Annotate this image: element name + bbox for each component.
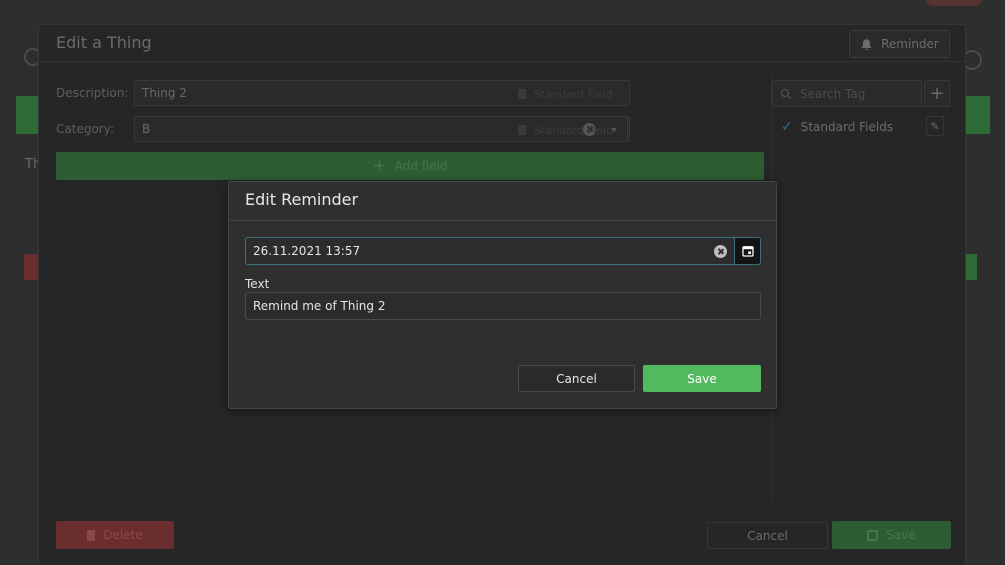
- dialog-save-button[interactable]: Save: [643, 365, 761, 392]
- category-label: Category:: [56, 122, 114, 136]
- description-label: Description:: [56, 86, 129, 100]
- tag-search-placeholder: Search Tag: [800, 86, 866, 101]
- dialog-cancel-button[interactable]: Cancel: [518, 365, 635, 392]
- check-icon: ✓: [781, 119, 793, 135]
- cancel-button[interactable]: Cancel: [707, 522, 828, 549]
- standard-field-badge: Standard Field: [518, 122, 613, 138]
- pencil-icon[interactable]: ✎: [926, 116, 944, 136]
- tag-search-input[interactable]: Search Tag: [772, 80, 922, 107]
- clear-icon[interactable]: [714, 245, 727, 258]
- edit-reminder-dialog: Edit Reminder 26.11.2021 13:57 Text Remi…: [228, 181, 777, 409]
- description-value: Thing 2: [142, 86, 187, 100]
- calendar-icon: [741, 246, 754, 257]
- delete-label: Delete: [103, 528, 143, 542]
- background-green-bar: [965, 254, 977, 280]
- category-value: B: [142, 122, 151, 136]
- category-select[interactable]: B Standard Field: [134, 116, 630, 142]
- standard-field-label: Standard Field: [534, 87, 613, 101]
- dialog-cancel-label: Cancel: [556, 371, 597, 386]
- reminder-text-value: Remind me of Thing 2: [253, 299, 386, 313]
- tag-item-standard-fields[interactable]: ✓ Standard Fields ✎: [772, 116, 950, 138]
- reminder-date-value: 26.11.2021 13:57: [253, 244, 361, 258]
- cancel-label: Cancel: [747, 528, 788, 543]
- text-label: Text: [245, 277, 270, 291]
- add-field-label: Add field: [394, 159, 448, 173]
- description-input[interactable]: Thing 2 Standard Field: [134, 80, 630, 106]
- floppy-disk-icon: [867, 529, 879, 541]
- trash-icon: [87, 529, 96, 541]
- search-icon: [780, 88, 792, 99]
- delete-button[interactable]: Delete: [56, 521, 174, 549]
- dialog-header: Edit Reminder: [229, 182, 776, 221]
- calendar-button[interactable]: [734, 238, 760, 264]
- reminder-text-input[interactable]: Remind me of Thing 2: [245, 292, 761, 320]
- tag-label: Standard Fields: [800, 120, 894, 134]
- modal-header: Edit a Thing Reminder: [39, 25, 965, 62]
- save-label: Save: [886, 528, 916, 542]
- reminder-button[interactable]: Reminder: [849, 30, 950, 58]
- background-green-bar: [16, 96, 40, 134]
- category-divider: [627, 117, 628, 141]
- standard-field-label: Standard Field: [534, 123, 613, 137]
- standard-field-badge: Standard Field: [518, 86, 613, 102]
- background-pill: [925, 0, 983, 6]
- tag-add-button[interactable]: +: [924, 80, 950, 107]
- add-field-button[interactable]: + Add field: [56, 152, 764, 180]
- trash-icon: [518, 89, 527, 99]
- plus-icon: +: [372, 155, 387, 176]
- reminder-button-label: Reminder: [881, 37, 939, 51]
- plus-icon: +: [929, 83, 945, 104]
- modal-title: Edit a Thing: [56, 33, 152, 52]
- dialog-title: Edit Reminder: [245, 190, 359, 209]
- reminder-date-input[interactable]: 26.11.2021 13:57: [245, 237, 761, 265]
- save-button[interactable]: Save: [832, 521, 951, 549]
- background-green-bar: [965, 96, 990, 134]
- dialog-save-label: Save: [687, 371, 717, 386]
- trash-icon: [518, 125, 527, 135]
- bell-icon: [861, 38, 872, 50]
